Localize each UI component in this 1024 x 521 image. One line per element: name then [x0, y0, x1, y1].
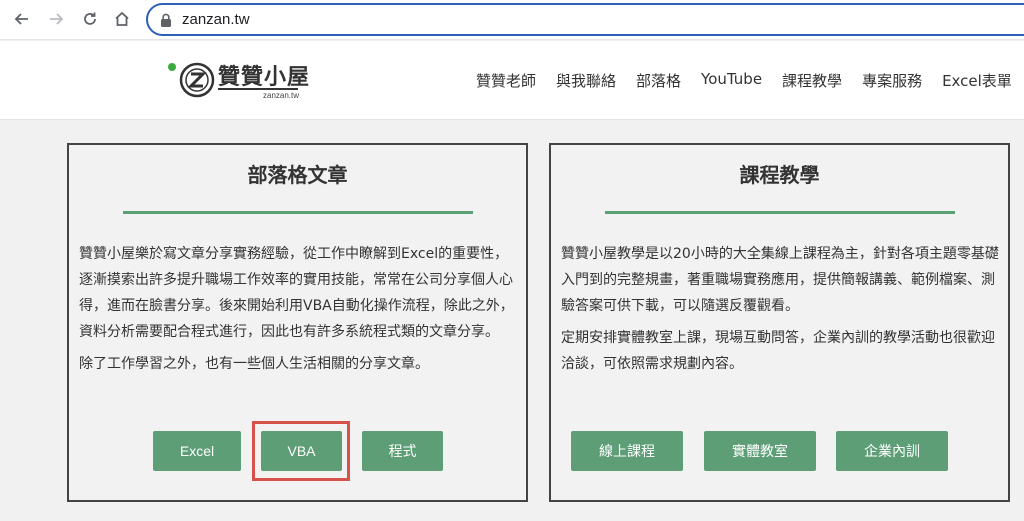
course-card: 課程教學 贊贊小屋教學是以20小時的大全集線上課程為主，針對各項主題零基礎入門到… — [549, 143, 1010, 502]
home-icon[interactable] — [110, 7, 134, 31]
url-text: zanzan.tw — [182, 11, 250, 28]
classroom-button[interactable]: 實體教室 — [704, 431, 816, 471]
logo-dot — [168, 63, 176, 71]
blog-paragraph: 贊贊小屋樂於寫文章分享實務經驗，從工作中瞭解到Excel的重要性，逐漸摸索出許多… — [79, 246, 514, 340]
corporate-training-button[interactable]: 企業內訓 — [836, 431, 948, 471]
lock-icon — [161, 13, 171, 27]
address-bar[interactable]: zanzan.tw — [146, 3, 1024, 36]
blog-card-divider — [123, 211, 473, 214]
site-logo[interactable]: 贊贊小屋 zanzan.tw — [168, 59, 328, 103]
logo-title: 贊贊小屋 — [218, 65, 311, 90]
site-header: 贊贊小屋 zanzan.tw 贊贊老師 與我聯絡 部落格 YouTube 課程教… — [0, 41, 1024, 120]
reload-icon[interactable] — [78, 7, 102, 31]
main-nav: 贊贊老師 與我聯絡 部落格 YouTube 課程教學 專案服務 Excel表單 — [476, 70, 1012, 91]
nav-item-courses[interactable]: 課程教學 — [782, 70, 842, 91]
online-course-button[interactable]: 線上課程 — [571, 431, 683, 471]
nav-item-teacher[interactable]: 贊贊老師 — [476, 70, 536, 91]
course-card-divider — [605, 211, 955, 214]
browser-toolbar: zanzan.tw — [0, 0, 1024, 40]
blog-card-title: 部落格文章 — [247, 163, 348, 187]
course-card-body: 贊贊小屋教學是以20小時的大全集線上課程為主，針對各項主題零基礎入門到的完整規畫… — [561, 241, 1001, 383]
nav-item-contact[interactable]: 與我聯絡 — [556, 70, 616, 91]
course-card-title: 課程教學 — [739, 163, 820, 187]
nav-item-excel-forms[interactable]: Excel表單 — [942, 70, 1012, 91]
back-arrow-icon[interactable] — [10, 7, 34, 31]
excel-button[interactable]: Excel — [153, 431, 241, 471]
forward-arrow-icon[interactable] — [44, 7, 68, 31]
blog-card: 部落格文章 贊贊小屋樂於寫文章分享實務經驗，從工作中瞭解到Excel的重要性，逐… — [67, 143, 528, 502]
blog-card-body: 贊贊小屋樂於寫文章分享實務經驗，從工作中瞭解到Excel的重要性，逐漸摸索出許多… — [79, 241, 519, 383]
program-button[interactable]: 程式 — [362, 431, 443, 471]
course-paragraph: 定期安排實體教室上課，現場互動問答，企業內訓的教學活動也很歡迎洽談，可依照需求規… — [561, 330, 995, 372]
nav-item-youtube[interactable]: YouTube — [701, 70, 762, 91]
vba-button[interactable]: VBA — [261, 431, 342, 471]
logo-z-icon — [179, 62, 215, 98]
nav-item-projects[interactable]: 專案服務 — [862, 70, 922, 91]
blog-paragraph: 除了工作學習之外，也有一些個人生活相關的分享文章。 — [79, 356, 429, 372]
nav-item-blog[interactable]: 部落格 — [636, 70, 681, 91]
logo-subtitle: zanzan.tw — [263, 91, 300, 100]
course-paragraph: 贊贊小屋教學是以20小時的大全集線上課程為主，針對各項主題零基礎入門到的完整規畫… — [561, 246, 999, 314]
logo-underline — [218, 88, 298, 90]
